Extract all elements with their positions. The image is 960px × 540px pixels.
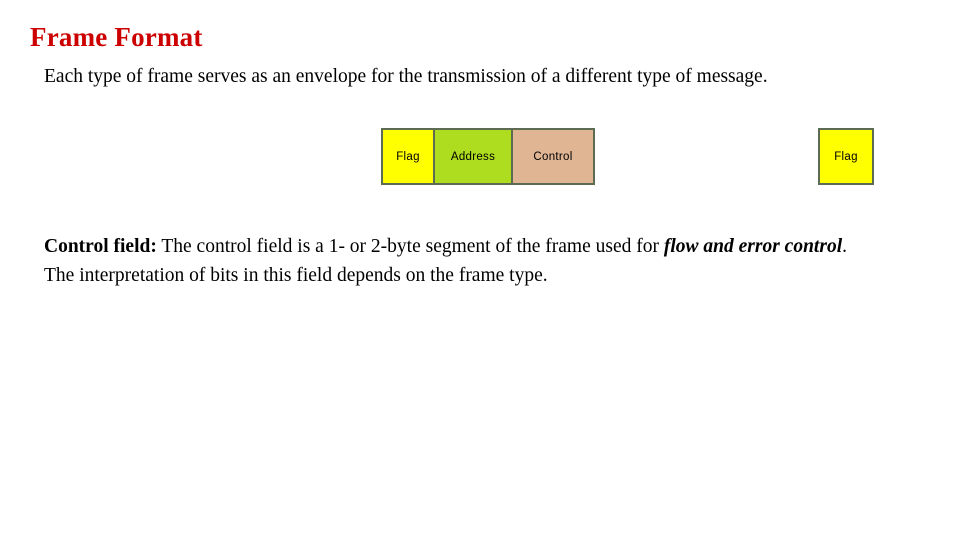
- frame-cell-control: Control: [511, 130, 593, 183]
- control-field-description: Control field: The control field is a 1-…: [44, 232, 904, 290]
- frame-cell-flag-end-label: Flag: [834, 150, 858, 163]
- frame-cell-address: Address: [433, 130, 511, 183]
- frame-cell-control-label: Control: [533, 150, 573, 163]
- frame-cell-flag-start: Flag: [383, 130, 433, 183]
- intro-paragraph: Each type of frame serves as an envelope…: [44, 66, 768, 87]
- slide-canvas: Frame Format Each type of frame serves a…: [0, 0, 960, 540]
- page-title: Frame Format: [30, 22, 203, 52]
- control-field-label: Control field:: [44, 236, 157, 257]
- control-field-lead-text: The control field is a 1- or 2-byte segm…: [156, 236, 664, 257]
- control-field-emphasis: flow and error control: [663, 236, 843, 257]
- frame-cell-flag-start-label: Flag: [396, 150, 420, 163]
- frame-cell-flag-end: Flag: [818, 128, 874, 185]
- control-field-closing-line: The interpretation of bits in this field…: [44, 265, 548, 286]
- frame-header-group: Flag Address Control: [381, 128, 595, 185]
- control-field-emphasis-trailing: .: [842, 236, 847, 257]
- frame-cell-address-label: Address: [450, 150, 496, 163]
